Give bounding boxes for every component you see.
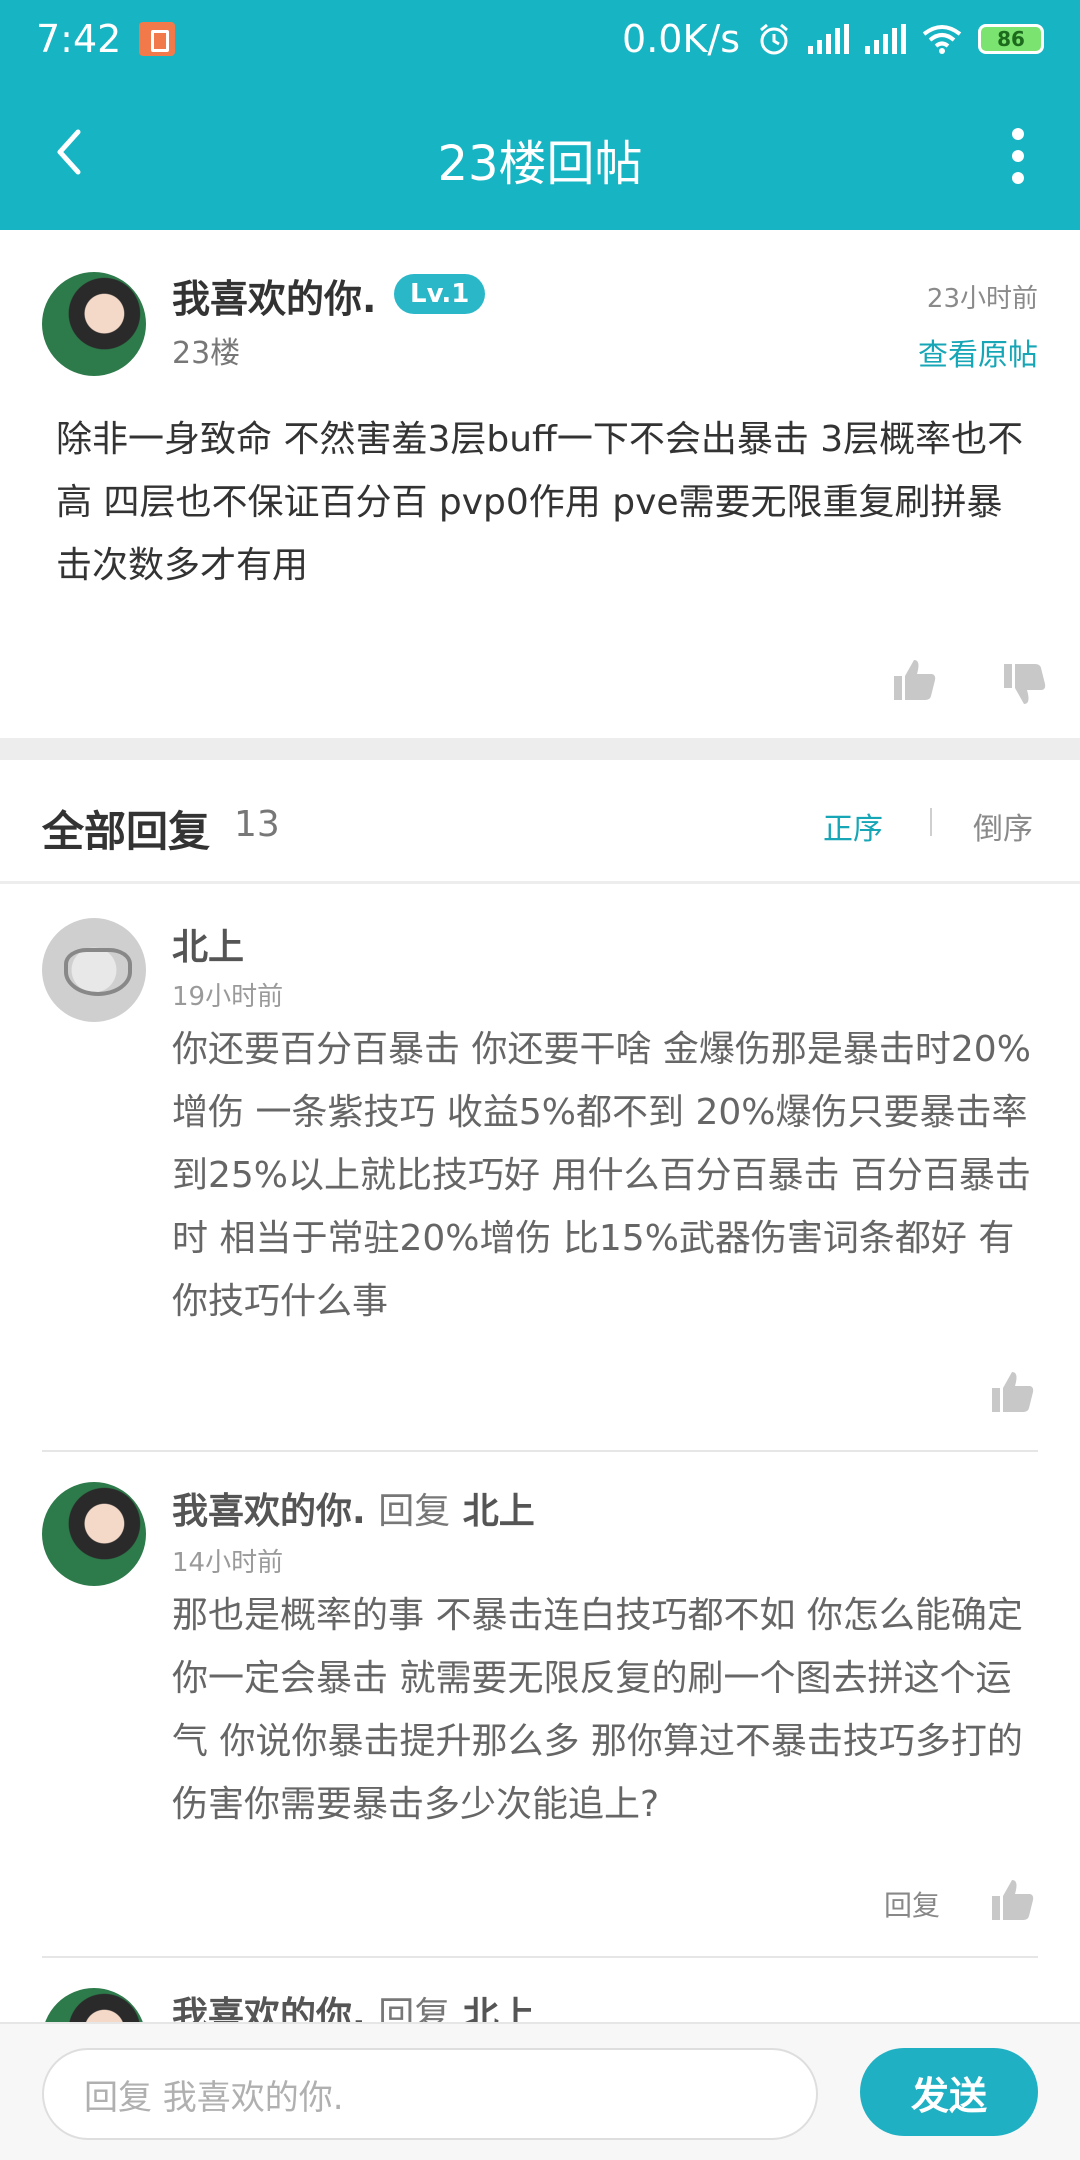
reply-item: 我喜欢的你. 回复 北上 14小时前 那也是概率的事 不暴击连白技巧都不如 你怎… — [0, 1452, 1080, 1958]
avatar[interactable] — [42, 272, 146, 376]
status-bar: 7:42 0.0K/s 86 — [0, 0, 1080, 78]
signal-icon-2 — [865, 24, 906, 54]
screen: 7:42 0.0K/s 86 23楼回帖 我喜欢的你. Lv.1 23楼 23小… — [0, 0, 1080, 2160]
thumbs-up-icon[interactable] — [988, 1368, 1036, 1416]
reply-username-line: 我喜欢的你. 回复 北上 — [172, 1482, 535, 1534]
reply-to-username[interactable]: 北上 — [463, 1995, 535, 2022]
reply-username[interactable]: 我喜欢的你. — [172, 1995, 366, 2022]
sort-descending-tab[interactable]: 倒序 — [973, 804, 1033, 848]
reply-item: 北上 19小时前 你还要百分百暴击 你还要干啥 金爆伤那是暴击时20%增伤 一条… — [0, 884, 1080, 1452]
thumbs-up-icon[interactable] — [988, 1876, 1036, 1924]
status-time: 7:42 — [36, 17, 122, 61]
reply-username[interactable]: 北上 — [172, 918, 244, 970]
reply-username-line: 我喜欢的你. 回复 北上 — [172, 1986, 535, 2022]
original-post: 我喜欢的你. Lv.1 23楼 23小时前 查看原帖 除非一身致命 不然害羞3层… — [0, 230, 1080, 738]
level-badge: Lv.1 — [394, 274, 486, 314]
battery-icon: 86 — [978, 24, 1044, 54]
reply-content: 你还要百分百暴击 你还要干啥 金爆伤那是暴击时20%增伤 一条紫技巧 收益5%都… — [172, 1029, 1031, 1322]
post-time: 23小时前 — [926, 284, 1038, 314]
replies-title: 全部回复 — [42, 807, 211, 856]
thumbs-up-icon[interactable] — [890, 656, 938, 704]
nav-bar: 23楼回帖 — [0, 92, 1080, 212]
reply-time: 19小时前 — [172, 982, 284, 1012]
reply-time: 14小时前 — [172, 1548, 284, 1578]
reply-input[interactable]: 回复 我喜欢的你. — [42, 2048, 818, 2140]
sort-divider — [930, 808, 932, 836]
network-speed: 0.0K/s — [622, 17, 740, 61]
reply-item: 我喜欢的你. 回复 北上 — [0, 1958, 1080, 2022]
reply-word: 回复 — [378, 1995, 451, 2022]
wifi-icon — [922, 25, 962, 54]
post-username[interactable]: 我喜欢的你. — [172, 268, 376, 323]
avatar[interactable] — [42, 1482, 146, 1586]
section-divider — [0, 738, 1080, 760]
alarm-icon — [760, 23, 788, 55]
reply-input-bar: 回复 我喜欢的你. 发送 — [0, 2022, 1080, 2160]
reply-word: 回复 — [378, 1491, 451, 1532]
thumbs-down-icon[interactable] — [1000, 660, 1048, 708]
reply-button[interactable]: 回复 — [884, 1884, 940, 1924]
more-menu-icon[interactable] — [1008, 128, 1028, 184]
replies-header: 全部回复 13 正序 倒序 — [0, 760, 1080, 884]
reply-username[interactable]: 我喜欢的你. — [172, 1491, 366, 1532]
avatar[interactable] — [42, 1988, 146, 2022]
signal-icon-1 — [808, 24, 849, 54]
sort-ascending-tab[interactable]: 正序 — [823, 804, 883, 848]
send-button[interactable]: 发送 — [860, 2048, 1038, 2136]
view-original-link[interactable]: 查看原帖 — [918, 330, 1038, 374]
post-content: 除非一身致命 不然害羞3层buff一下不会出暴击 3层概率也不高 四层也不保证百… — [56, 419, 1024, 586]
app-header: 7:42 0.0K/s 86 23楼回帖 — [0, 0, 1080, 230]
page-title: 23楼回帖 — [437, 136, 643, 192]
floor-number: 23楼 — [172, 336, 241, 371]
replies-count: 13 — [234, 804, 280, 845]
avatar[interactable] — [42, 918, 146, 1022]
reply-to-username[interactable]: 北上 — [463, 1491, 535, 1532]
shopping-bag-notification-icon — [139, 22, 176, 56]
reply-content: 那也是概率的事 不暴击连白技巧都不如 你怎么能确定你一定会暴击 就需要无限反复的… — [172, 1595, 1023, 1825]
